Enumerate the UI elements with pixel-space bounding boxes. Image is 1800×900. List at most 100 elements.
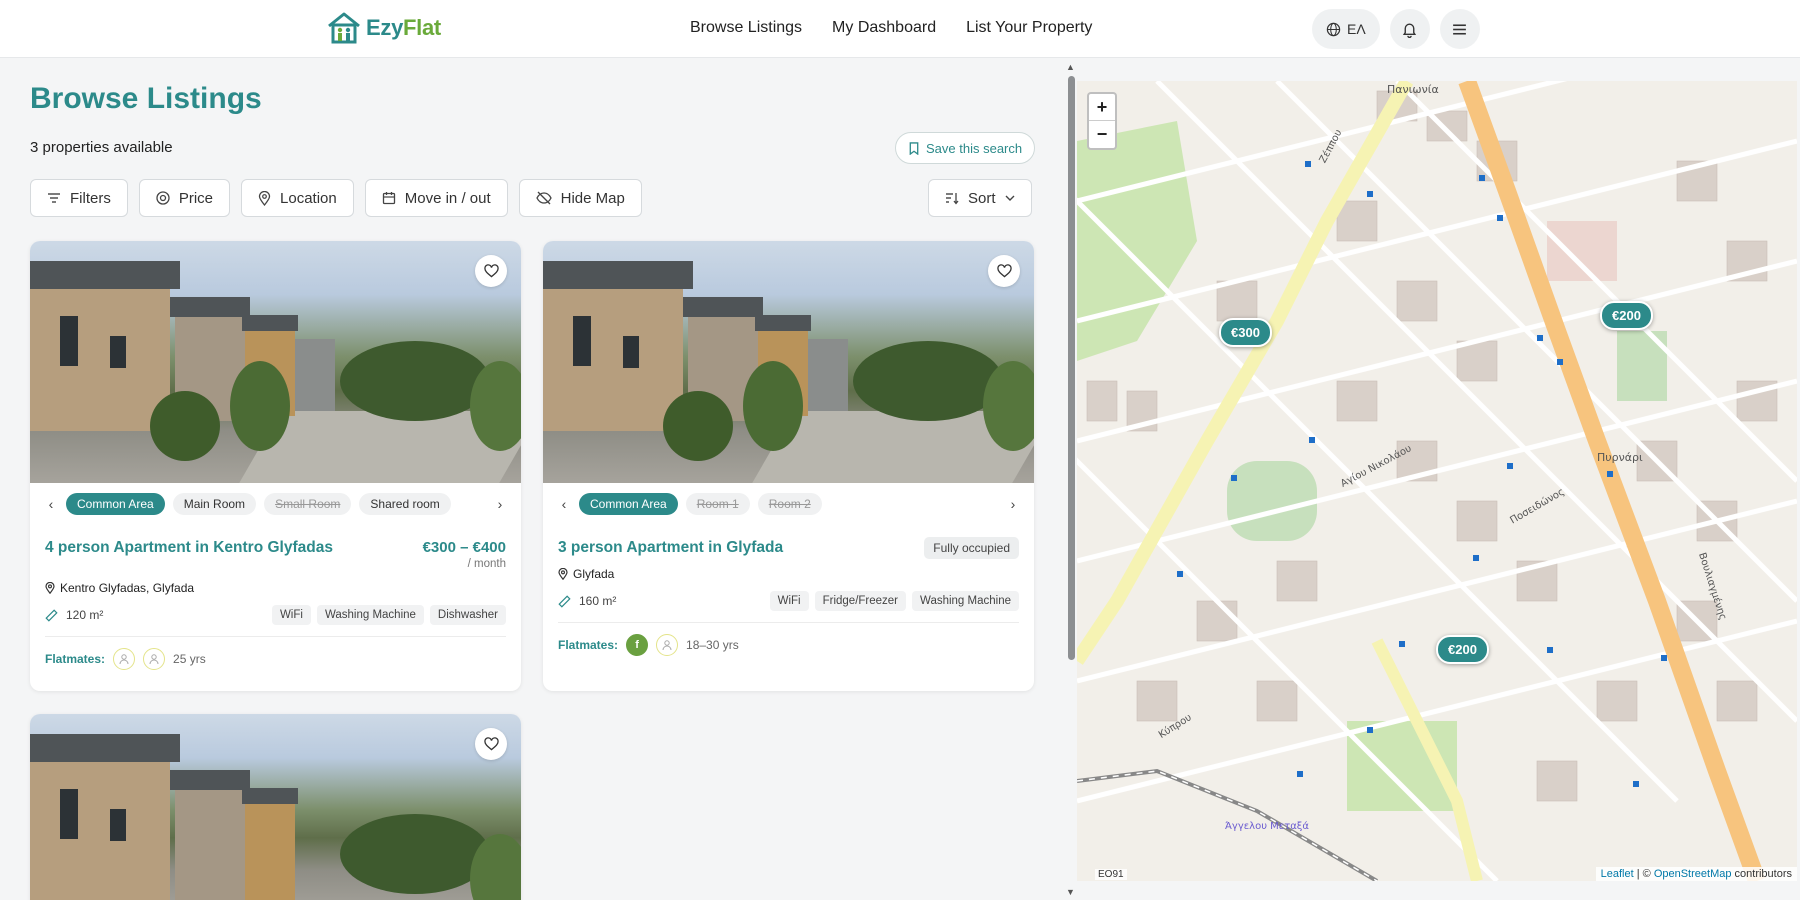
listing-photo[interactable]: [30, 714, 521, 900]
occupancy-badge: Fully occupied: [924, 537, 1019, 559]
map-price-marker[interactable]: €200: [1436, 635, 1489, 664]
flatmates-age: 18–30 yrs: [686, 638, 739, 652]
notifications-button[interactable]: [1389, 9, 1430, 49]
menu-button[interactable]: [1439, 9, 1480, 49]
save-search-button[interactable]: Save this search: [895, 132, 1036, 164]
room-chip-locked[interactable]: Room 1: [685, 493, 750, 515]
language-button[interactable]: ΕΛ: [1312, 9, 1380, 49]
person-icon: [149, 653, 159, 664]
amenities-list: WiFi Washing Machine Dishwasher: [271, 605, 506, 625]
rooms-prev-button[interactable]: ‹: [557, 496, 571, 512]
person-icon: [662, 639, 672, 650]
scroll-up-arrow-icon[interactable]: ▲: [1066, 62, 1075, 72]
location-button[interactable]: Location: [241, 179, 354, 217]
filters-button[interactable]: Filters: [30, 179, 128, 217]
amenities-list: WiFi Fridge/Freezer Washing Machine: [769, 591, 1019, 611]
flatmate-avatar: [113, 648, 136, 670]
room-chip[interactable]: Main Room: [172, 493, 257, 515]
flatmates-label: Flatmates:: [45, 652, 106, 666]
listing-card[interactable]: ‹ Common Area Room 1 Room 2 › 3 person A…: [543, 241, 1034, 691]
listing-price: €300 – €400 / month: [423, 539, 506, 570]
ruler-icon: [45, 608, 58, 622]
person-icon: [119, 653, 129, 664]
heart-icon: [483, 737, 499, 751]
scroll-down-arrow-icon[interactable]: ▼: [1066, 887, 1075, 897]
sort-button[interactable]: Sort: [928, 179, 1032, 217]
favorite-button[interactable]: [988, 255, 1020, 287]
listing-area: 160 m²: [558, 594, 616, 608]
logo[interactable]: EzyFlat: [326, 12, 441, 44]
flatmates-row: Flatmates: 25 yrs: [45, 648, 506, 670]
map-price-marker[interactable]: €300: [1219, 318, 1272, 347]
filter-lines-icon: [48, 193, 60, 203]
listing-details: 4 person Apartment in Kentro Glyfadas €3…: [30, 525, 521, 670]
listing-card[interactable]: ‹ Common Area Main Room Small Room Share…: [30, 241, 521, 691]
osm-link[interactable]: OpenStreetMap: [1654, 868, 1732, 880]
amenity-tag: Washing Machine: [912, 591, 1019, 611]
listing-photo[interactable]: [543, 241, 1034, 483]
bookmark-icon: [909, 141, 919, 155]
location-pin-icon: [45, 582, 55, 594]
zoom-in-button[interactable]: +: [1089, 94, 1115, 121]
heart-icon: [996, 264, 1012, 278]
amenity-tag: WiFi: [271, 605, 311, 625]
listing-location: Kentro Glyfadas, Glyfada: [45, 581, 506, 595]
price-label: Price: [178, 189, 214, 207]
top-header: EzyFlat Browse Listings My Dashboard Lis…: [0, 0, 1800, 58]
favorite-button[interactable]: [475, 728, 507, 760]
currency-icon: [156, 191, 170, 205]
language-label: ΕΛ: [1347, 21, 1366, 37]
room-chip-locked[interactable]: Room 2: [757, 493, 822, 515]
leaflet-link[interactable]: Leaflet: [1601, 868, 1634, 880]
scrollbar-thumb[interactable]: [1068, 76, 1075, 660]
nav-my-dashboard[interactable]: My Dashboard: [832, 19, 936, 37]
zoom-out-button[interactable]: −: [1089, 121, 1115, 148]
move-dates-label: Move in / out: [404, 189, 491, 207]
flatmates-age: 25 yrs: [173, 652, 206, 666]
listing-card[interactable]: [30, 714, 521, 900]
map-attribution: Leaflet | © OpenStreetMap contributors: [1595, 867, 1797, 881]
room-chip-locked[interactable]: Small Room: [264, 493, 352, 515]
room-chip[interactable]: Common Area: [66, 493, 165, 515]
location-label: Location: [280, 189, 337, 207]
save-search-label: Save this search: [926, 140, 1023, 156]
map-price-marker[interactable]: €200: [1600, 301, 1653, 330]
flatmate-avatar: f: [626, 634, 649, 656]
price-period: / month: [467, 558, 506, 570]
map-tiles: [1077, 81, 1797, 881]
room-selector: ‹ Common Area Main Room Small Room Share…: [30, 483, 521, 525]
hide-map-button[interactable]: Hide Map: [518, 179, 642, 217]
room-chip[interactable]: Common Area: [579, 493, 678, 515]
flatmates-label: Flatmates:: [558, 638, 619, 652]
sort-icon: [946, 193, 959, 205]
location-pin-icon: [558, 568, 568, 580]
price-button[interactable]: Price: [138, 179, 231, 217]
nav-browse-listings[interactable]: Browse Listings: [690, 19, 802, 37]
amenity-tag: Washing Machine: [316, 605, 424, 625]
calendar-icon: [382, 192, 395, 205]
room-chip[interactable]: Shared room: [359, 493, 451, 515]
map-zoom-control: + −: [1087, 92, 1117, 150]
amenity-tag: Fridge/Freezer: [814, 591, 907, 611]
results-count: 3 properties available: [30, 139, 173, 156]
map-code-label: ΕΟ91: [1095, 869, 1127, 880]
listing-photo[interactable]: [30, 241, 521, 483]
rooms-next-button[interactable]: ›: [493, 496, 507, 512]
favorite-button[interactable]: [475, 255, 507, 287]
rooms-prev-button[interactable]: ‹: [44, 496, 58, 512]
amenity-tag: WiFi: [769, 591, 809, 611]
listing-location: Glyfada: [558, 567, 1019, 581]
filter-bar: Filters Price Location Move in / out Hid…: [30, 179, 642, 217]
map-label: Πυρνάρι: [1597, 451, 1643, 464]
header-actions: ΕΛ: [1312, 9, 1480, 49]
area-text: 160 m²: [579, 594, 617, 608]
ruler-icon: [558, 594, 571, 608]
logo-house-icon: [328, 12, 360, 44]
filters-label: Filters: [70, 189, 111, 207]
map-view[interactable]: Πυρνάρι Άγγελου Μεταξά Βουλιαγμένης Ζέππ…: [1077, 81, 1797, 881]
nav-list-property[interactable]: List Your Property: [966, 19, 1092, 37]
move-dates-button[interactable]: Move in / out: [364, 179, 508, 217]
flatmate-avatar: [143, 648, 166, 670]
rooms-next-button[interactable]: ›: [1006, 496, 1020, 512]
room-selector: ‹ Common Area Room 1 Room 2 ›: [543, 483, 1034, 525]
